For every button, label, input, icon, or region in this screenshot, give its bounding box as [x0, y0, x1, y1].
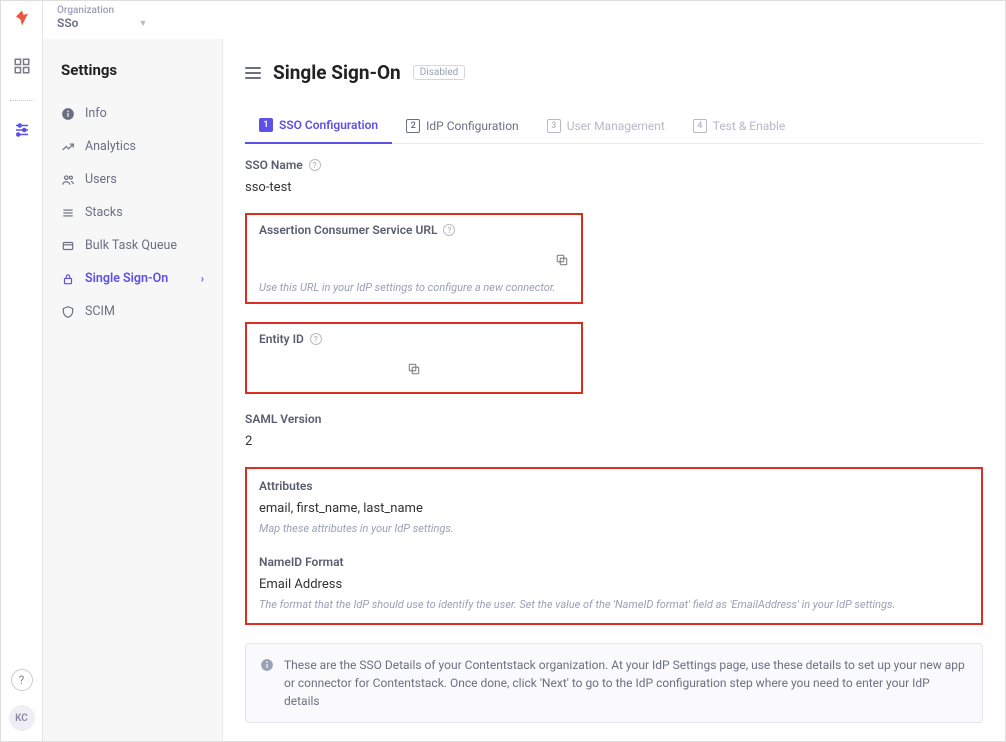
nav-label: Bulk Task Queue	[85, 238, 177, 253]
field-label-text: Attributes	[259, 479, 313, 493]
org-name: SSo	[57, 16, 78, 30]
app-rail: ? KC	[1, 1, 43, 741]
nav-label: SCIM	[85, 304, 115, 319]
users-icon	[61, 173, 75, 187]
rail-divider	[10, 100, 34, 101]
stacks-icon	[61, 206, 75, 220]
nav-label: Stacks	[85, 205, 123, 220]
step-number: 4	[693, 119, 707, 133]
sidebar-item-bulk-task-queue[interactable]: Bulk Task Queue	[43, 229, 222, 262]
chevron-right-icon: ›	[201, 272, 204, 285]
tab-idp-configuration[interactable]: 2 IdP Configuration	[392, 110, 533, 143]
field-value: Email Address	[259, 577, 969, 592]
tab-test-enable: 4 Test & Enable	[679, 110, 799, 143]
dashboard-icon[interactable]	[13, 57, 31, 75]
tab-user-management: 3 User Management	[533, 110, 679, 143]
sidebar-item-scim[interactable]: SCIM	[43, 295, 222, 328]
settings-sliders-icon[interactable]	[13, 121, 31, 139]
sidebar-item-users[interactable]: Users	[43, 163, 222, 196]
tab-label: SSO Configuration	[279, 118, 378, 132]
field-hint: Map these attributes in your IdP setting…	[259, 522, 969, 535]
help-tooltip-icon[interactable]: ?	[309, 159, 321, 171]
step-number: 3	[547, 119, 561, 133]
nav-label: Info	[85, 106, 107, 121]
field-hint: The format that the IdP should use to id…	[259, 598, 969, 611]
highlight-acs-url: Assertion Consumer Service URL ? Use thi…	[245, 213, 583, 304]
chevron-down-icon: ▼	[138, 18, 147, 29]
info-icon	[260, 658, 274, 672]
help-icon[interactable]: ?	[11, 669, 33, 691]
nav-label: Analytics	[85, 139, 136, 154]
lock-icon	[61, 272, 75, 286]
field-label-text: Entity ID	[259, 332, 304, 346]
help-tooltip-icon[interactable]: ?	[443, 224, 455, 236]
field-value: sso-test	[245, 180, 983, 195]
shield-icon	[61, 305, 75, 319]
user-avatar[interactable]: KC	[9, 705, 35, 731]
highlight-attributes-nameid: Attributes email, first_name, last_name …	[245, 467, 983, 625]
tab-sso-configuration[interactable]: 1 SSO Configuration	[245, 110, 392, 144]
highlight-entity-id: Entity ID ?	[245, 322, 583, 394]
sidebar-item-stacks[interactable]: Stacks	[43, 196, 222, 229]
help-tooltip-icon[interactable]: ?	[310, 333, 322, 345]
settings-sidebar: Settings Info Analytics Users Stacks	[43, 39, 223, 741]
topbar: Organization SSo ▼	[43, 1, 1005, 39]
queue-icon	[61, 239, 75, 253]
tab-label: Test & Enable	[713, 119, 785, 133]
info-text: These are the SSO Details of your Conten…	[284, 656, 968, 710]
field-label-text: SSO Name	[245, 158, 303, 172]
menu-toggle-icon[interactable]	[245, 67, 261, 79]
page-title: Single Sign-On	[273, 61, 401, 84]
sidebar-item-analytics[interactable]: Analytics	[43, 130, 222, 163]
nav-label: Users	[85, 172, 117, 187]
copy-icon[interactable]	[407, 362, 421, 376]
field-value: email, first_name, last_name	[259, 501, 969, 516]
sidebar-item-info[interactable]: Info	[43, 97, 222, 130]
brand-logo-icon	[13, 9, 31, 27]
field-label-text: SAML Version	[245, 412, 321, 426]
field-value: 2	[245, 434, 983, 449]
field-label-text: NameID Format	[259, 555, 344, 569]
field-attributes: Attributes email, first_name, last_name …	[259, 479, 969, 535]
field-nameid-format: NameID Format Email Address The format t…	[259, 555, 969, 611]
status-badge: Disabled	[413, 65, 466, 80]
info-callout: These are the SSO Details of your Conten…	[245, 643, 983, 723]
sidebar-item-single-sign-on[interactable]: Single Sign-On ›	[43, 262, 222, 295]
org-label: Organization	[57, 5, 114, 16]
field-hint: Use this URL in your IdP settings to con…	[259, 281, 569, 294]
field-sso-name: SSO Name ? sso-test	[245, 158, 983, 195]
nav-label: Single Sign-On	[85, 271, 168, 286]
tab-label: IdP Configuration	[426, 119, 519, 133]
copy-icon[interactable]	[555, 253, 569, 267]
analytics-icon	[61, 140, 75, 154]
tab-label: User Management	[567, 119, 665, 133]
step-number: 1	[259, 118, 273, 132]
org-selector[interactable]: SSo ▼	[57, 16, 147, 30]
info-icon	[61, 107, 75, 121]
step-number: 2	[406, 119, 420, 133]
main-panel: Single Sign-On Disabled 1 SSO Configurat…	[223, 39, 1005, 741]
field-saml-version: SAML Version 2	[245, 412, 983, 449]
sidebar-title: Settings	[43, 61, 222, 97]
step-tabs: 1 SSO Configuration 2 IdP Configuration …	[245, 110, 983, 144]
field-label-text: Assertion Consumer Service URL	[259, 223, 437, 237]
